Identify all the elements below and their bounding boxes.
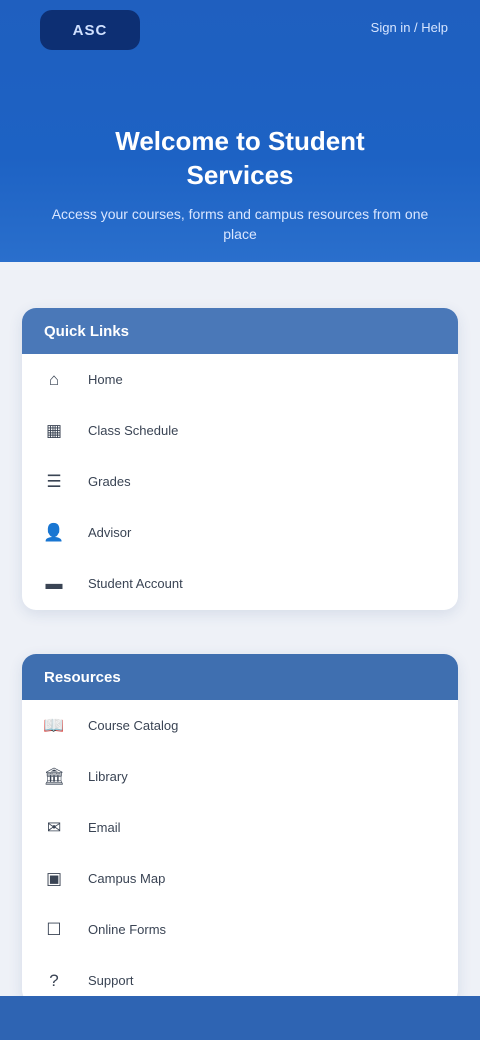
list-item-label: Class Schedule [88,423,179,438]
page-subtitle: Access your courses, forms and campus re… [51,206,429,242]
list-item-label: Course Catalog [88,718,179,733]
quick-links-card: Quick Links ⌂ Home ▦ Class Schedule ☰ Gr… [22,308,458,610]
home-icon: ⌂ [48,369,60,389]
library-icon: 🏛 [43,766,65,786]
list-item-label: Email [88,820,121,835]
list-item-label: Support [88,973,134,988]
bottom-bar [0,996,480,1040]
list-item-label: Campus Map [88,871,166,886]
mail-icon: ✉ [46,817,62,837]
card-icon: ▬ [45,573,63,593]
calendar-icon: ▦ [45,420,63,440]
map-icon: ▣ [45,868,63,888]
list-item-label: Grades [88,474,131,489]
book-icon: 📖 [43,715,65,735]
list-item-student-account[interactable]: ▬ Student Account [22,558,458,609]
list-item-label: Student Account [88,576,183,591]
top-bar: ASC Sign in / Help [0,0,480,64]
resources-card: Resources 📖 Course Catalog 🏛 Library ✉ E… [22,654,458,1004]
list-item-online-forms[interactable]: ☐ Online Forms [22,904,458,955]
list-item-advisor[interactable]: 👤 Advisor [22,507,458,558]
page-title: Welcome to Student Services [115,126,365,190]
list-item-class-schedule[interactable]: ▦ Class Schedule [22,405,458,456]
list-item-course-catalog[interactable]: 📖 Course Catalog [22,700,458,751]
app-logo[interactable]: ASC [40,10,140,50]
forms-icon: ☐ [46,919,62,939]
section-header-quick-links: Quick Links [22,308,458,354]
list-item-label: Home [88,372,123,387]
list-item-home[interactable]: ⌂ Home [22,354,458,405]
support-icon: ? [49,970,59,990]
list-item-email[interactable]: ✉ Email [22,802,458,853]
list-item-grades[interactable]: ☰ Grades [22,456,458,507]
person-icon: 👤 [43,522,65,542]
hero-banner: ASC Sign in / Help Welcome to Student Se… [0,0,480,262]
grades-icon: ☰ [46,471,62,491]
list-item-label: Advisor [88,525,132,540]
section-header-resources: Resources [22,654,458,700]
list-item-label: Online Forms [88,922,167,937]
list-item-campus-map[interactable]: ▣ Campus Map [22,853,458,904]
list-item-library[interactable]: 🏛 Library [22,751,458,802]
top-nav-link[interactable]: Sign in / Help [348,20,448,40]
list-item-label: Library [88,769,128,784]
